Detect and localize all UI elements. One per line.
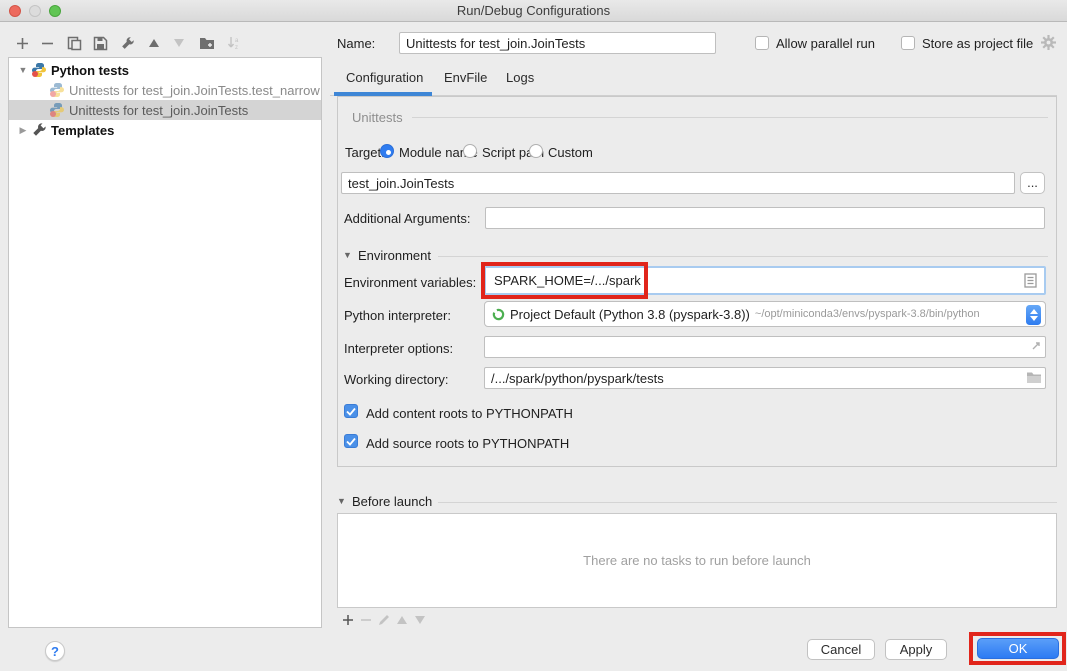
tree-item-label: Unittests for test_join.JoinTests: [69, 103, 248, 118]
browse-variables-icon[interactable]: [1024, 273, 1037, 291]
python-icon: [31, 62, 47, 78]
zoom-button[interactable]: [49, 5, 61, 17]
tree-item-jointests-selected[interactable]: Unittests for test_join.JoinTests: [9, 100, 321, 120]
sort-alphabetically-icon[interactable]: az: [226, 35, 242, 51]
tab-configuration[interactable]: Configuration: [346, 70, 423, 85]
browse-module-button[interactable]: ...: [1020, 172, 1045, 194]
add-content-roots-checkbox[interactable]: [344, 404, 358, 418]
working-directory-label: Working directory:: [344, 372, 449, 387]
allow-parallel-run-checkbox[interactable]: [755, 36, 769, 50]
move-task-down-icon[interactable]: [413, 613, 427, 627]
add-task-icon[interactable]: [341, 613, 355, 627]
add-source-roots-label[interactable]: Add source roots to PYTHONPATH: [366, 436, 569, 451]
add-content-roots-label[interactable]: Add content roots to PYTHONPATH: [366, 406, 573, 421]
radio-module-name[interactable]: [380, 144, 394, 158]
before-launch-section-label[interactable]: Before launch: [352, 494, 432, 509]
run-debug-configurations-dialog: Run/Debug Configurations az ▼ Python tes…: [0, 0, 1067, 671]
move-down-icon[interactable]: [171, 35, 187, 51]
before-launch-tasks-list[interactable]: There are no tasks to run before launch: [337, 513, 1057, 608]
add-source-roots-checkbox[interactable]: [344, 434, 358, 448]
name-input[interactable]: [399, 32, 716, 54]
svg-text:z: z: [235, 45, 238, 50]
tree-item-python-tests[interactable]: ▼ Python tests: [9, 60, 321, 80]
environment-variables-label: Environment variables:: [344, 275, 476, 290]
chevron-right-icon[interactable]: ▶: [17, 125, 29, 136]
additional-arguments-input[interactable]: [485, 207, 1045, 229]
before-launch-empty-message: There are no tasks to run before launch: [583, 553, 811, 568]
environment-variables-field[interactable]: SPARK_HOME=/.../spark: [484, 266, 1046, 295]
chevron-down-icon[interactable]: ▼: [17, 65, 29, 75]
title-bar: Run/Debug Configurations: [0, 0, 1067, 22]
gear-icon[interactable]: [1041, 35, 1056, 53]
environment-variables-value: SPARK_HOME=/.../spark: [486, 273, 641, 288]
ok-button[interactable]: OK: [977, 638, 1059, 659]
name-label: Name:: [337, 36, 375, 51]
allow-parallel-run-label: Allow parallel run: [776, 36, 875, 51]
svg-text:a: a: [235, 38, 239, 44]
radio-custom[interactable]: [529, 144, 543, 158]
store-as-project-file-checkbox[interactable]: [901, 36, 915, 50]
remove-configuration-icon[interactable]: [39, 35, 55, 51]
conda-env-icon: [492, 308, 505, 321]
environment-section-line: [438, 256, 1048, 257]
interpreter-options-label: Interpreter options:: [344, 341, 453, 356]
move-task-up-icon[interactable]: [395, 613, 409, 627]
folder-browse-icon[interactable]: [1026, 371, 1042, 387]
tree-item-templates[interactable]: ▶ Templates: [9, 120, 321, 140]
close-button[interactable]: [9, 5, 21, 17]
working-directory-input[interactable]: [484, 367, 1046, 389]
expand-field-icon[interactable]: [1030, 340, 1042, 355]
unittests-section-line: [412, 117, 1048, 118]
unittests-section-label: Unittests: [352, 110, 403, 125]
edit-task-icon[interactable]: [377, 613, 391, 627]
cancel-button[interactable]: Cancel: [807, 639, 875, 660]
tree-item-test-narrow[interactable]: Unittests for test_join.JoinTests.test_n…: [9, 80, 321, 100]
python-interpreter-label: Python interpreter:: [344, 308, 451, 323]
save-configuration-icon[interactable]: [92, 35, 108, 51]
wrench-icon: [31, 122, 47, 138]
python-test-icon: [49, 102, 65, 118]
help-button[interactable]: ?: [45, 641, 65, 661]
new-folder-icon[interactable]: [199, 35, 215, 51]
radio-custom-label[interactable]: Custom: [548, 145, 593, 160]
additional-arguments-label: Additional Arguments:: [344, 211, 470, 226]
python-interpreter-path: ~/opt/miniconda3/envs/pyspark-3.8/bin/py…: [755, 308, 980, 320]
environment-section-label[interactable]: Environment: [358, 248, 431, 263]
configurations-tree: ▼ Python tests Unittests for test_join.J…: [8, 57, 322, 628]
before-launch-collapse-icon[interactable]: ▼: [337, 496, 346, 506]
python-interpreter-value: Project Default (Python 3.8 (pyspark-3.8…: [510, 307, 750, 322]
copy-configuration-icon[interactable]: [66, 35, 82, 51]
apply-button[interactable]: Apply: [885, 639, 947, 660]
target-label: Target:: [345, 145, 385, 160]
window-title: Run/Debug Configurations: [0, 0, 1067, 21]
tab-envfile[interactable]: EnvFile: [444, 70, 487, 85]
environment-collapse-icon[interactable]: ▼: [343, 250, 352, 260]
dropdown-stepper-icon[interactable]: [1026, 305, 1041, 325]
edit-templates-icon[interactable]: [119, 35, 135, 51]
remove-task-icon[interactable]: [359, 613, 373, 627]
tab-logs[interactable]: Logs: [506, 70, 534, 85]
store-as-project-file-label: Store as project file: [922, 36, 1033, 51]
python-interpreter-select[interactable]: Project Default (Python 3.8 (pyspark-3.8…: [484, 301, 1046, 327]
tree-item-label: Python tests: [51, 63, 129, 78]
radio-script-path[interactable]: [463, 144, 477, 158]
move-up-icon[interactable]: [146, 35, 162, 51]
interpreter-options-input[interactable]: [484, 336, 1046, 358]
module-name-input[interactable]: [341, 172, 1015, 194]
tree-item-label: Templates: [51, 123, 114, 138]
add-configuration-icon[interactable]: [14, 35, 30, 51]
python-test-icon: [49, 82, 65, 98]
tree-item-label: Unittests for test_join.JoinTests.test_n…: [69, 83, 320, 98]
before-launch-section-line: [438, 502, 1057, 503]
minimize-button[interactable]: [29, 5, 41, 17]
